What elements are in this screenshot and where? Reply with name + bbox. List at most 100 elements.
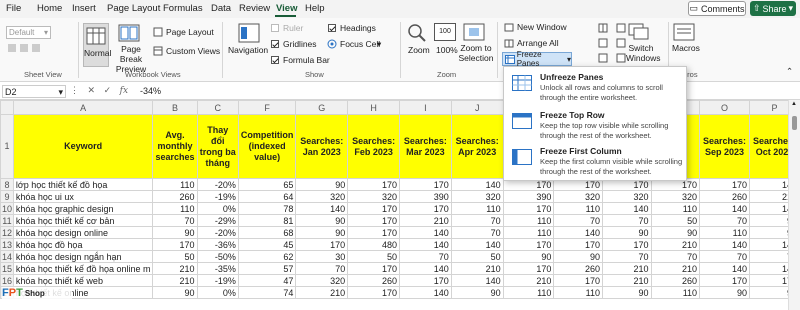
value-cell[interactable]: 50 <box>450 250 504 263</box>
name-box[interactable]: D2 ▾ <box>2 85 66 98</box>
menu-item-freeze-top-row[interactable]: Freeze Top Row Keep the top row visible … <box>504 107 688 143</box>
value-cell[interactable]: 170 <box>295 238 349 251</box>
value-cell[interactable]: 90 <box>699 286 750 299</box>
value-cell[interactable]: 260 <box>347 274 400 287</box>
value-cell[interactable]: 30 <box>295 250 349 263</box>
value-cell[interactable]: 140 <box>399 262 452 275</box>
value-cell[interactable]: 110 <box>502 286 555 299</box>
value-cell[interactable]: 140 <box>699 238 750 251</box>
formula-bar-checkbox[interactable] <box>271 56 279 64</box>
new-window-button[interactable]: New Window <box>517 22 567 32</box>
value-cell[interactable]: 140 <box>553 226 603 239</box>
value-cell[interactable]: 320 <box>347 190 400 203</box>
value-cell[interactable]: 170 <box>553 274 603 287</box>
column-header[interactable]: F <box>237 100 297 115</box>
keyword-cell[interactable]: khóa học thiết kế web <box>12 274 154 287</box>
tab-file[interactable]: File <box>6 3 21 14</box>
value-cell[interactable]: 90 <box>295 226 349 239</box>
value-cell[interactable]: 140 <box>450 178 504 191</box>
value-cell[interactable]: 320 <box>295 274 349 287</box>
column-header[interactable]: B <box>152 100 198 115</box>
value-cell[interactable]: 320 <box>601 190 652 203</box>
value-cell[interactable]: 81 <box>237 214 297 227</box>
value-cell[interactable]: 260 <box>650 274 701 287</box>
row-number[interactable]: 8 <box>0 178 14 191</box>
header-cell[interactable]: Searches: Apr 2023 <box>450 114 504 179</box>
value-cell[interactable]: 110 <box>650 202 701 215</box>
value-cell[interactable]: 74 <box>237 286 297 299</box>
value-cell[interactable]: 210 <box>152 274 198 287</box>
value-cell[interactable]: 0% <box>196 202 239 215</box>
value-cell[interactable]: 170 <box>152 238 198 251</box>
row-number[interactable]: 9 <box>0 190 14 203</box>
value-cell[interactable]: 110 <box>152 178 198 191</box>
header-cell[interactable]: Searches: Feb 2023 <box>347 114 400 179</box>
value-cell[interactable]: 260 <box>152 190 198 203</box>
value-cell[interactable]: 210 <box>601 274 652 287</box>
row-number[interactable]: 1 <box>0 114 14 179</box>
value-cell[interactable]: 170 <box>399 178 452 191</box>
value-cell[interactable]: 170 <box>347 214 400 227</box>
keyword-header-cell[interactable]: Keyword <box>12 114 154 179</box>
tab-insert[interactable]: Insert <box>72 3 96 14</box>
value-cell[interactable]: -19% <box>196 274 239 287</box>
value-cell[interactable]: 90 <box>152 286 198 299</box>
tab-review[interactable]: Review <box>239 3 270 14</box>
tab-view[interactable]: View <box>276 3 297 14</box>
value-cell[interactable]: 78 <box>237 202 297 215</box>
value-cell[interactable]: 210 <box>502 274 555 287</box>
keyword-cell[interactable]: khóa học thiết kế đồ họa online m <box>12 262 154 275</box>
value-cell[interactable]: 110 <box>502 214 555 227</box>
row-number[interactable]: 15 <box>0 262 14 275</box>
comments-button[interactable]: ▭ Comments <box>688 1 746 16</box>
value-cell[interactable]: 70 <box>699 214 750 227</box>
keyword-cell[interactable]: lớp học thiết kế đồ họa <box>12 178 154 191</box>
value-cell[interactable]: 70 <box>553 214 603 227</box>
value-cell[interactable]: 140 <box>399 286 452 299</box>
header-cell[interactable]: Searches: Jan 2023 <box>295 114 349 179</box>
keyword-cell[interactable]: khóa học design online <box>12 226 154 239</box>
value-cell[interactable]: 170 <box>502 238 555 251</box>
value-cell[interactable]: 50 <box>650 214 701 227</box>
vertical-scrollbar[interactable]: ▲ <box>788 100 800 310</box>
zoom-button[interactable]: Zoom <box>408 45 430 55</box>
value-cell[interactable]: 320 <box>650 190 701 203</box>
value-cell[interactable]: -50% <box>196 250 239 263</box>
value-cell[interactable]: 140 <box>399 238 452 251</box>
header-cell[interactable]: Searches: Sep 2023 <box>699 114 750 179</box>
value-cell[interactable]: 50 <box>152 250 198 263</box>
value-cell[interactable]: 110 <box>152 202 198 215</box>
value-cell[interactable]: 70 <box>650 250 701 263</box>
synchronous-scrolling-icon[interactable] <box>616 38 626 48</box>
value-cell[interactable]: 210 <box>295 286 349 299</box>
keyword-cell[interactable]: khóa học thiết kế cơ bản <box>12 214 154 227</box>
column-header[interactable]: J <box>450 100 504 115</box>
value-cell[interactable]: 170 <box>347 286 400 299</box>
value-cell[interactable]: -35% <box>196 262 239 275</box>
value-cell[interactable]: 170 <box>347 262 400 275</box>
value-cell[interactable]: -29% <box>196 214 239 227</box>
value-cell[interactable]: 170 <box>347 226 400 239</box>
value-cell[interactable]: 62 <box>237 250 297 263</box>
share-button[interactable]: ⇧ Share ▾ <box>750 1 796 16</box>
value-cell[interactable]: 170 <box>601 238 652 251</box>
value-cell[interactable]: 170 <box>699 274 750 287</box>
value-cell[interactable]: -20% <box>196 178 239 191</box>
value-cell[interactable]: 90 <box>295 178 349 191</box>
column-header[interactable]: G <box>295 100 349 115</box>
value-cell[interactable]: 480 <box>347 238 400 251</box>
value-cell[interactable]: 70 <box>295 262 349 275</box>
value-cell[interactable]: 170 <box>553 238 603 251</box>
value-cell[interactable]: 70 <box>450 226 504 239</box>
header-cell[interactable]: Thay đổi trong ba tháng <box>196 114 239 179</box>
page-layout-button[interactable]: Page Layout <box>166 27 214 37</box>
menu-item-unfreeze-panes[interactable]: Unfreeze Panes Unlock all rows and colum… <box>504 69 688 105</box>
column-header[interactable]: O <box>699 100 750 115</box>
value-cell[interactable]: 110 <box>553 202 603 215</box>
split-icon[interactable] <box>598 23 608 33</box>
row-number[interactable]: 11 <box>0 214 14 227</box>
menu-item-freeze-first-column[interactable]: Freeze First Column Keep the first colum… <box>504 143 688 179</box>
formula-input[interactable]: -34% <box>140 86 161 96</box>
header-cell[interactable]: Competition (indexed value) <box>237 114 297 179</box>
value-cell[interactable]: 260 <box>553 262 603 275</box>
